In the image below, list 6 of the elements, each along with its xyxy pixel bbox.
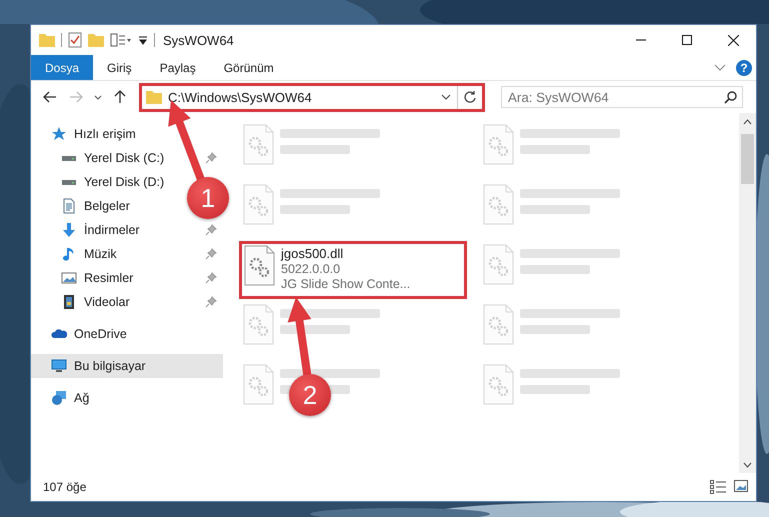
window-title: SysWOW64 [163, 32, 234, 48]
file-detail: 5022.0.0.0 [281, 262, 342, 276]
file-detail: JG Slide Show Conte... [281, 277, 410, 291]
address-path: C:\Windows\SysWOW64 [168, 90, 313, 104]
item-count: 107 öğe [43, 480, 86, 494]
file-name: jgos500.dll [281, 246, 344, 261]
